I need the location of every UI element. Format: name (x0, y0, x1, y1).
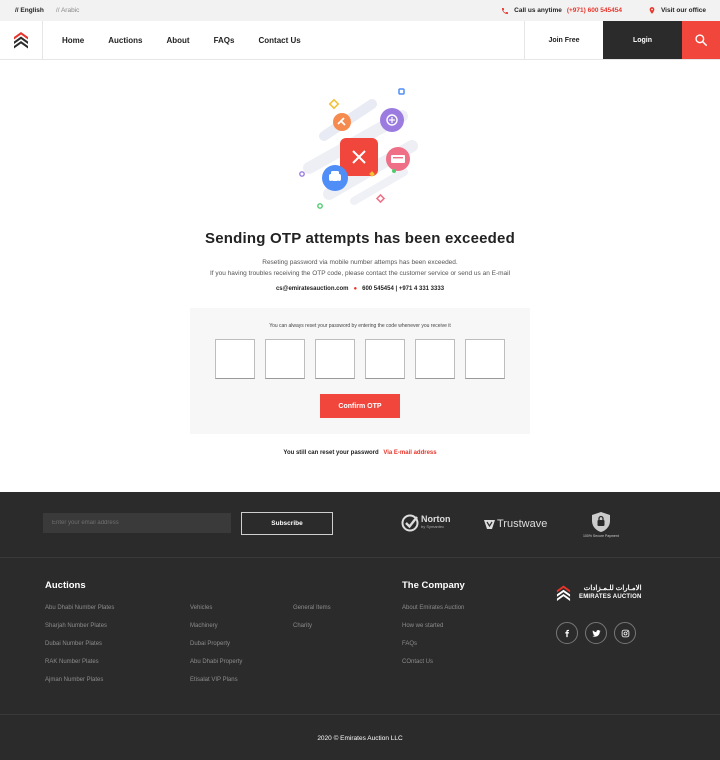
description-line-1: Reseting password via mobile number atte… (262, 259, 458, 266)
reset-via-email: You still can reset your password Via E-… (0, 450, 720, 456)
search-button[interactable] (682, 21, 720, 59)
footer-link[interactable]: General Items (293, 599, 331, 617)
reset-email-link[interactable]: Via E-mail address (383, 450, 436, 456)
support-email[interactable]: cs@emiratesauction.com (276, 286, 349, 292)
main-nav: Home Auctions About FAQs Contact Us Join… (0, 21, 720, 60)
footer-brand-arabic: الامـارات للـمـزادات (583, 585, 642, 592)
footer-link[interactable]: Ajman Number Plates (45, 671, 114, 689)
visit-label: Visit our office (660, 7, 706, 14)
visit-office[interactable]: Visit our office (648, 6, 706, 15)
otp-digit-1[interactable] (215, 339, 255, 379)
otp-hint: You can always reset your password by en… (269, 323, 451, 329)
otp-panel: You can always reset your password by en… (190, 308, 530, 434)
subscribe-button[interactable]: Subscribe (241, 512, 333, 535)
trustwave-icon (484, 519, 495, 529)
auctions-heading: Auctions (45, 580, 86, 591)
footer-link[interactable]: Charity (293, 617, 331, 635)
footer-link[interactable]: Machinery (190, 617, 242, 635)
nav-home[interactable]: Home (62, 36, 84, 45)
join-free-button[interactable]: Join Free (524, 21, 603, 59)
footer-link[interactable]: COntact Us (402, 653, 464, 671)
logo[interactable] (0, 21, 43, 59)
description: Reseting password via mobile number atte… (0, 257, 720, 279)
login-button[interactable]: Login (603, 21, 682, 59)
company-heading: The Company (402, 580, 465, 591)
facebook-link[interactable] (556, 622, 578, 644)
reset-text: You still can reset your password (283, 450, 379, 456)
footer-link[interactable]: How we started (402, 617, 464, 635)
norton-sublabel: by Symantec (421, 524, 445, 529)
instagram-icon (621, 629, 629, 637)
otp-digit-3[interactable] (315, 339, 355, 379)
footer-link[interactable]: Dubai Number Plates (45, 635, 114, 653)
confirm-otp-button[interactable]: Confirm OTP (320, 394, 400, 418)
language-switcher: // English // Arabic (15, 7, 79, 14)
otp-inputs (215, 339, 505, 379)
shield-lock-icon (591, 512, 610, 532)
page-title: Sending OTP attempts has been exceeded (205, 230, 515, 247)
emirates-auction-logo-icon (556, 585, 571, 601)
footer-link[interactable]: Sharjah Number Plates (45, 617, 114, 635)
company-list: About Emirates Auction How we started FA… (402, 599, 464, 671)
footer-link[interactable]: Vehicles (190, 599, 242, 617)
separator-dot: ● (353, 286, 358, 292)
top-bar: // English // Arabic Call us anytime (+9… (0, 0, 720, 21)
otp-digit-4[interactable] (365, 339, 405, 379)
otp-digit-2[interactable] (265, 339, 305, 379)
nav-about[interactable]: About (166, 36, 189, 45)
footer-link[interactable]: FAQs (402, 635, 464, 653)
secure-payment-badge: 100% Secure Payment (583, 512, 619, 538)
norton-check-icon (401, 514, 419, 532)
subscribe-bar: Subscribe Norton by Symantec Trustwave 1… (0, 492, 720, 558)
auctions-list-2: Vehicles Machinery Dubai Property Abu Dh… (190, 599, 242, 689)
footer-brand-english: EMIRATES AUCTION (579, 594, 642, 600)
copyright: 2020 © Emirates Auction LLC (317, 735, 403, 742)
footer-link[interactable]: RAK Number Plates (45, 653, 114, 671)
social-links (556, 622, 636, 644)
nav-auctions[interactable]: Auctions (108, 36, 142, 45)
instagram-link[interactable] (614, 622, 636, 644)
auctions-list-3: General Items Charity (293, 599, 331, 635)
newsletter-email-input[interactable] (43, 513, 231, 533)
auctions-list-1: Abu Dhabi Number Plates Sharjah Number P… (45, 599, 114, 689)
otp-digit-6[interactable] (465, 339, 505, 379)
norton-badge: Norton by Symantec (401, 514, 451, 532)
nav-contact-us[interactable]: Contact Us (258, 36, 300, 45)
footer-divider (0, 714, 720, 715)
nav-faqs[interactable]: FAQs (214, 36, 235, 45)
contact-info: cs@emiratesauction.com ● 600 545454 | +971… (0, 286, 720, 292)
trustwave-label: Trustwave (497, 518, 548, 530)
footer-link[interactable]: Dubai Property (190, 635, 242, 653)
footer: Subscribe Norton by Symantec Trustwave 1… (0, 492, 720, 760)
search-icon (695, 34, 708, 47)
description-line-2: If you having troubles receiving the OTP… (209, 270, 511, 277)
twitter-icon (591, 629, 601, 637)
facebook-icon (565, 629, 569, 637)
norton-label: Norton (421, 514, 451, 524)
lang-arabic-link[interactable]: // Arabic (56, 7, 79, 14)
otp-digit-5[interactable] (415, 339, 455, 379)
call-us[interactable]: Call us anytime (+971) 600 545454 (501, 7, 622, 15)
support-phones[interactable]: 600 545454 | +971 4 331 3333 (362, 286, 444, 292)
secure-payment-label: 100% Secure Payment (583, 534, 619, 538)
location-pin-icon (649, 7, 655, 14)
call-number[interactable]: (+971) 600 545454 (567, 7, 622, 14)
otp-error-illustration (299, 88, 418, 209)
call-label: Call us anytime (514, 7, 562, 14)
footer-link[interactable]: Abu Dhabi Property (190, 653, 242, 671)
phone-icon (502, 7, 509, 14)
footer-link[interactable]: Etisalat VIP Plans (190, 671, 242, 689)
footer-link[interactable]: Abu Dhabi Number Plates (45, 599, 114, 617)
footer-logo[interactable]: الامـارات للـمـزادات EMIRATES AUCTION (556, 584, 642, 602)
twitter-link[interactable] (585, 622, 607, 644)
lang-english-link[interactable]: // English (15, 7, 44, 14)
trustwave-badge: Trustwave (484, 518, 547, 530)
footer-link[interactable]: About Emirates Auction (402, 599, 464, 617)
emirates-auction-logo-icon (14, 32, 28, 49)
